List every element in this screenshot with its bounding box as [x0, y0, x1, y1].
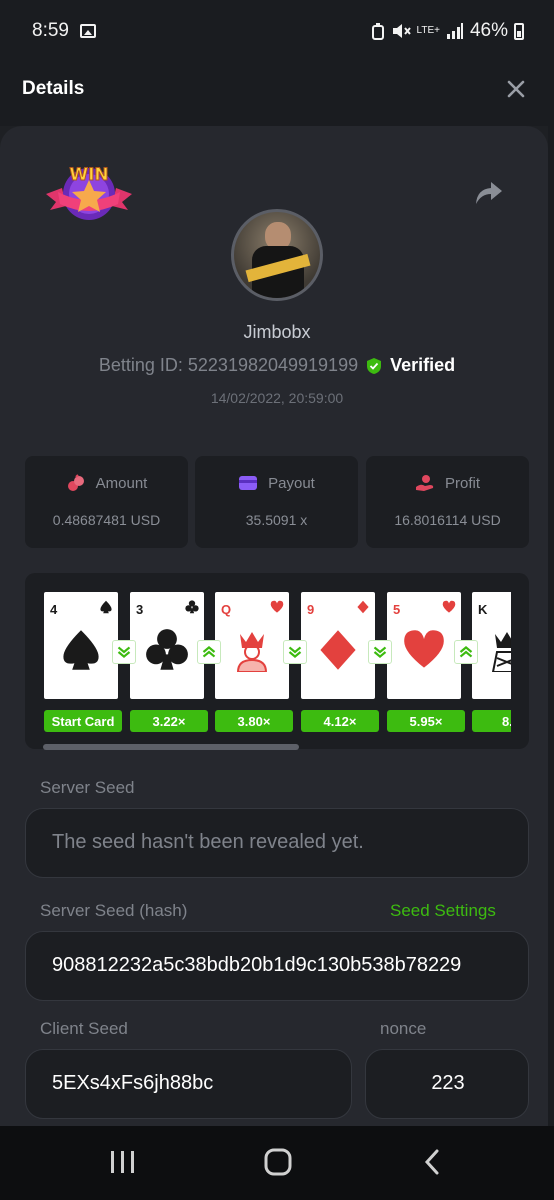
card-rank: 4	[50, 602, 58, 617]
amount-stat: Amount 0.48687481 USD	[25, 456, 188, 548]
hand-money-icon	[415, 475, 434, 491]
page-title: Details	[22, 78, 85, 99]
server-hash-label: Server Seed (hash)	[40, 901, 188, 920]
club-icon	[146, 629, 188, 670]
server-hash-field[interactable]: 908812232a5c38bdb20b1d9c130b538b78229	[25, 931, 529, 1001]
profit-stat: Profit 16.8016114 USD	[366, 456, 529, 548]
nonce-value: 223	[431, 1072, 465, 1094]
heart-icon	[404, 630, 444, 668]
multiplier-pill: 3.22×	[130, 710, 208, 732]
verified-label: Verified	[390, 355, 456, 375]
diamond-icon	[357, 600, 369, 614]
multiplier-pill: 8.5	[472, 710, 511, 732]
betting-id-row: Betting ID: 52231982049919199 Verified	[0, 355, 554, 376]
card-rank: 5	[393, 602, 401, 617]
cards-panel: 4 3 Q 9 5 K Start Card 3.22× 3.80× 4.12×…	[25, 573, 529, 749]
nonce-label: nonce	[380, 1019, 427, 1038]
queen-figure-icon	[236, 632, 268, 672]
win-badge-icon: WIN	[46, 165, 132, 220]
client-seed-value: 5EXs4xFs6jh88bc	[52, 1072, 214, 1094]
chevron-down-icon	[368, 640, 392, 664]
chevron-down-icon	[112, 640, 136, 664]
coins-icon	[67, 474, 84, 491]
mute-icon	[392, 24, 411, 38]
multiplier-pill: 4.12×	[301, 710, 379, 732]
payout-value: 35.5091 x	[245, 512, 308, 528]
signal-icon	[446, 23, 463, 39]
chevron-down-icon	[283, 640, 307, 664]
start-card-pill: Start Card	[44, 710, 122, 732]
card-icon	[239, 476, 258, 490]
bet-date: 14/02/2022, 20:59:00	[210, 390, 344, 406]
profit-value: 16.8016114 USD	[394, 512, 501, 528]
status-time: 8:59	[32, 20, 69, 41]
status-bar: 8:59 LTE+ 46%	[0, 0, 554, 50]
back-icon[interactable]	[418, 1148, 448, 1176]
club-icon	[185, 600, 199, 614]
card-rank: K	[478, 602, 488, 617]
chevron-up-icon	[454, 640, 478, 664]
nonce-field[interactable]: 223	[365, 1049, 529, 1119]
spade-icon	[63, 630, 99, 670]
network-label: LTE+	[416, 25, 440, 36]
playing-card: 3	[130, 592, 204, 699]
server-seed-field[interactable]: The seed hasn't been revealed yet.	[25, 808, 529, 878]
chevron-up-icon	[197, 640, 221, 664]
heart-icon	[442, 600, 456, 613]
payout-stat: Payout 35.5091 x	[195, 456, 358, 548]
page-scrollbar[interactable]	[548, 126, 554, 1126]
card-rank: 3	[136, 602, 144, 617]
card-rank: Q	[221, 602, 232, 617]
battery-percent: 46%	[469, 20, 508, 41]
profit-label: Profit	[444, 474, 480, 492]
playing-card: 4	[44, 592, 118, 699]
cards-track[interactable]: 4 3 Q 9 5 K Start Card 3.22× 3.80× 4.12×…	[44, 592, 511, 732]
spade-icon	[100, 600, 112, 614]
client-seed-label: Client Seed	[40, 1019, 128, 1038]
card-rank: 9	[307, 602, 315, 617]
amount-value: 0.48687481 USD	[52, 512, 161, 528]
status-icons: LTE+ 46%	[371, 20, 524, 42]
heart-icon	[270, 600, 284, 613]
battery-icon	[514, 22, 524, 40]
recent-apps-icon[interactable]	[108, 1148, 138, 1176]
server-seed-label: Server Seed	[40, 778, 135, 797]
playing-card: 5	[387, 592, 461, 699]
home-icon[interactable]	[263, 1148, 293, 1176]
payout-label: Payout	[268, 474, 315, 492]
win-badge-text: WIN	[69, 165, 108, 185]
betting-id: Betting ID: 52231982049919199	[98, 355, 359, 375]
close-icon[interactable]	[505, 78, 527, 100]
verified-shield-icon	[367, 357, 382, 374]
amount-label: Amount	[95, 474, 148, 492]
seed-settings-link[interactable]: Seed Settings	[390, 901, 496, 921]
multiplier-pill: 5.95×	[387, 710, 465, 732]
client-seed-field[interactable]: 5EXs4xFs6jh88bc	[25, 1049, 352, 1119]
multiplier-pill: 3.80×	[215, 710, 293, 732]
playing-card: 9	[301, 592, 375, 699]
king-figure-icon	[491, 632, 511, 672]
cards-scrollbar[interactable]	[43, 744, 299, 750]
server-hash-value: 908812232a5c38bdb20b1d9c130b538b78229	[52, 954, 462, 976]
share-icon[interactable]	[474, 180, 504, 206]
gallery-icon	[80, 24, 96, 38]
server-seed-value: The seed hasn't been revealed yet.	[52, 831, 364, 853]
diamond-icon	[320, 630, 356, 670]
cleaner-icon	[371, 23, 384, 40]
details-header: Details	[0, 50, 554, 126]
username: Jimbobx	[243, 322, 311, 342]
avatar	[231, 209, 323, 301]
playing-card: Q	[215, 592, 289, 699]
